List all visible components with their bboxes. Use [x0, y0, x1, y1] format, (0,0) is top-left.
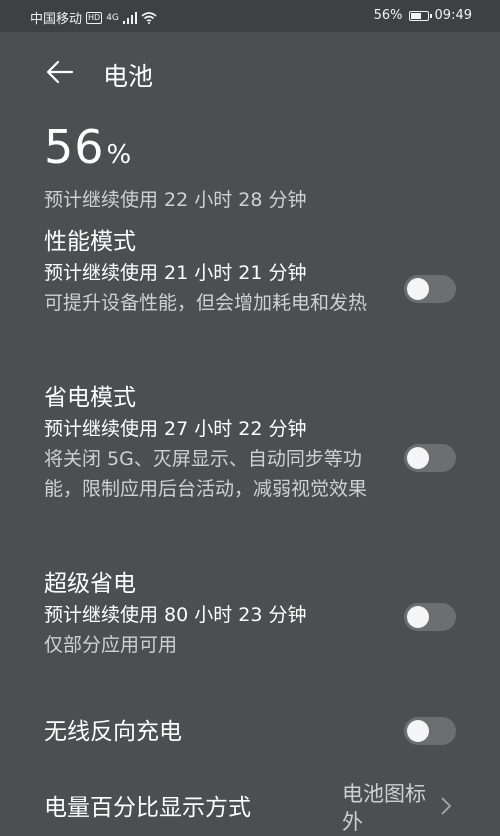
network-type: 4G [106, 12, 119, 23]
toggle-knob [407, 278, 429, 300]
setting-ultra-power-saving[interactable]: 超级省电 预计继续使用 80 小时 23 分钟 仅部分应用可用 [44, 568, 464, 660]
setting-description: 将关闭 5G、灭屏显示、自动同步等功能，限制应用后台活动，减弱视觉效果 [44, 448, 368, 500]
setting-estimate: 预计继续使用 21 小时 21 分钟 [44, 262, 307, 284]
setting-power-saving-mode[interactable]: 省电模式 预计继续使用 27 小时 22 分钟 将关闭 5G、灭屏显示、自动同步… [44, 382, 464, 504]
battery-level-sign: % [106, 140, 133, 170]
battery-percent-status: 56% [373, 8, 403, 23]
header: 电池 [0, 48, 500, 96]
chevron-right-icon [441, 797, 452, 815]
back-arrow-icon[interactable] [44, 56, 76, 88]
battery-estimate: 预计继续使用 22 小时 28 分钟 [44, 189, 307, 211]
setting-estimate: 预计继续使用 80 小时 23 分钟 [44, 604, 307, 626]
setting-wireless-reverse-charging[interactable]: 无线反向充电 [44, 716, 464, 748]
wifi-icon [141, 11, 157, 24]
battery-level-display: 56% [44, 120, 132, 174]
page-title: 电池 [103, 62, 154, 91]
battery-icon [408, 10, 432, 21]
battery-percentage-display-mode[interactable]: 电量百分比显示方式 [44, 788, 251, 822]
ultra-power-saving-toggle[interactable] [404, 603, 456, 631]
clock: 09:49 [434, 8, 472, 23]
signal-icon [122, 11, 137, 24]
toggle-knob [407, 447, 429, 469]
hd-badge: HD [86, 11, 103, 24]
performance-mode-toggle[interactable] [404, 275, 456, 303]
setting-title: 性能模式 [44, 229, 136, 255]
status-bar-left: 中国移动 HD 4G [30, 8, 157, 27]
setting-estimate: 预计继续使用 27 小时 22 分钟 [44, 418, 307, 440]
battery-level-number: 56 [44, 120, 105, 174]
setting-description: 可提升设备性能，但会增加耗电和发热 [44, 292, 368, 314]
setting-performance-mode[interactable]: 性能模式 预计继续使用 21 小时 21 分钟 可提升设备性能，但会增加耗电和发… [44, 226, 464, 318]
setting-title: 超级省电 [44, 571, 136, 597]
display-mode-value: 电池图标外 [342, 782, 426, 834]
status-bar: 中国移动 HD 4G 56% 09:49 [0, 0, 500, 32]
wireless-reverse-charging-toggle[interactable] [404, 717, 456, 745]
battery-fill [410, 12, 421, 19]
carrier-name: 中国移动 [30, 12, 83, 27]
setting-description: 仅部分应用可用 [44, 634, 178, 656]
setting-title: 省电模式 [44, 385, 136, 411]
setting-title: 无线反向充电 [44, 719, 182, 745]
toggle-knob [407, 606, 429, 628]
toggle-knob [407, 720, 429, 742]
power-saving-mode-toggle[interactable] [404, 444, 456, 472]
status-bar-right: 56% 09:49 [374, 8, 472, 23]
